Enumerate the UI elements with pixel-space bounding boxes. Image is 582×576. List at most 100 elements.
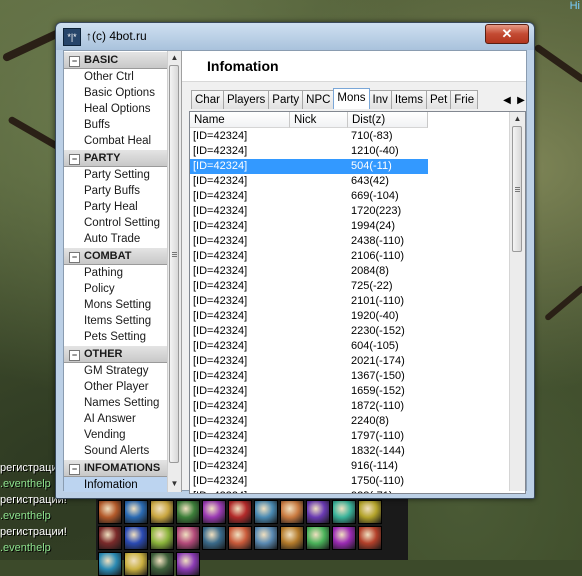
skill-icon[interactable] [150,552,174,576]
sidebar-item-basic-options[interactable]: Basic Options [64,85,167,101]
table-row[interactable]: [ID=42324] 2101(-110) [190,294,512,309]
skill-icon[interactable] [280,500,304,524]
skill-icon[interactable] [176,500,200,524]
table-row[interactable]: [ID=42324] 928(-71) [190,489,512,493]
sidebar-section-infomations[interactable]: − INFOMATIONS [64,459,167,477]
skill-icon[interactable] [332,500,356,524]
table-row[interactable]: [ID=42324] 669(-104) [190,189,512,204]
list-scrollbar[interactable]: ▲ [509,112,525,491]
scrollbar-thumb[interactable] [512,126,522,252]
sidebar-item-gm-strategy[interactable]: GM Strategy [64,363,167,379]
table-row[interactable]: [ID=42324] 504(-11) [190,159,512,174]
sidebar-item-party-buffs[interactable]: Party Buffs [64,183,167,199]
sidebar-item-mons-setting[interactable]: Mons Setting [64,297,167,313]
table-row[interactable]: [ID=42324] 1210(-40) [190,144,512,159]
table-row[interactable]: [ID=42324] 710(-83) [190,129,512,144]
skill-icon[interactable] [150,500,174,524]
sidebar-item-other-ctrl[interactable]: Other Ctrl [64,69,167,85]
table-row[interactable]: [ID=42324] 643(42) [190,174,512,189]
tab-char[interactable]: Char [191,90,224,109]
skill-icon[interactable] [176,552,200,576]
scrollbar-thumb[interactable] [169,65,179,463]
sidebar-item-ai-answer[interactable]: AI Answer [64,411,167,427]
scroll-up-arrow-icon[interactable]: ▲ [511,112,524,125]
table-row[interactable]: [ID=42324] 1994(24) [190,219,512,234]
table-row[interactable]: [ID=42324] 1367(-150) [190,369,512,384]
skill-icon[interactable] [202,500,226,524]
column-header-nick[interactable]: Nick [290,112,348,128]
skill-icon[interactable] [306,526,330,550]
table-row[interactable]: [ID=42324] 2230(-152) [190,324,512,339]
collapse-icon[interactable]: − [69,56,80,67]
table-row[interactable]: [ID=42324] 916(-114) [190,459,512,474]
sidebar-section-combat[interactable]: − COMBAT [64,247,167,265]
table-row[interactable]: [ID=42324] 2021(-174) [190,354,512,369]
sidebar-section-party[interactable]: − PARTY [64,149,167,167]
sidebar-item-policy[interactable]: Policy [64,281,167,297]
table-row[interactable]: [ID=42324] 1797(-110) [190,429,512,444]
sidebar-item-heal-options[interactable]: Heal Options [64,101,167,117]
skill-icon[interactable] [98,500,122,524]
skill-icon[interactable] [254,526,278,550]
sidebar-item-buffs[interactable]: Buffs [64,117,167,133]
skill-icon[interactable] [358,526,382,550]
sidebar-item-vending[interactable]: Vending [64,427,167,443]
tab-party[interactable]: Party [268,90,304,109]
skill-icon[interactable] [254,500,278,524]
tab-npc[interactable]: NPC [302,90,335,109]
table-row[interactable]: [ID=42324] 2106(-110) [190,249,512,264]
tab-mons[interactable]: Mons [333,88,370,109]
table-row[interactable]: [ID=42324] 1920(-40) [190,309,512,324]
tab-players[interactable]: Players [222,90,270,109]
sidebar-item-items-setting[interactable]: Items Setting [64,313,167,329]
collapse-icon[interactable]: − [69,464,80,475]
skill-icon[interactable] [98,526,122,550]
skill-icon[interactable] [150,526,174,550]
sidebar-section-basic[interactable]: − BASIC [64,51,167,69]
skill-icon[interactable] [306,500,330,524]
skill-icon[interactable] [124,500,148,524]
sidebar-item-pathing[interactable]: Pathing [64,265,167,281]
tab-next-icon[interactable]: ▶ [514,93,528,109]
table-row[interactable]: [ID=42324] 2438(-110) [190,234,512,249]
table-row[interactable]: [ID=42324] 1720(223) [190,204,512,219]
sidebar-item-combat-heal[interactable]: Combat Heal [64,133,167,149]
tab-prev-icon[interactable]: ◀ [500,93,514,109]
skill-icon[interactable] [124,552,148,576]
sidebar-item-infomation[interactable]: Infomation [64,477,167,492]
sidebar-item-sound-alerts[interactable]: Sound Alerts [64,443,167,459]
skill-icon[interactable] [280,526,304,550]
tab-pet[interactable]: Pet [426,90,452,109]
collapse-icon[interactable]: − [69,154,80,165]
tab-items[interactable]: Items [390,90,428,109]
table-row[interactable]: [ID=42324] 2240(8) [190,414,512,429]
sidebar-item-other-player[interactable]: Other Player [64,379,167,395]
scroll-up-arrow-icon[interactable]: ▲ [168,51,181,64]
tab-inv[interactable]: Inv [368,90,392,109]
column-header-name[interactable]: Name [190,112,290,128]
sidebar-item-names-setting[interactable]: Names Setting [64,395,167,411]
title-bar[interactable]: *|* ↑(c) 4bot.ru ✕ [56,23,534,50]
sidebar-item-auto-trade[interactable]: Auto Trade [64,231,167,247]
sidebar-item-control-setting[interactable]: Control Setting [64,215,167,231]
skill-icon[interactable] [358,500,382,524]
table-row[interactable]: [ID=42324] 725(-22) [190,279,512,294]
scroll-down-arrow-icon[interactable]: ▼ [168,477,181,490]
sidebar-item-party-setting[interactable]: Party Setting [64,167,167,183]
skill-icon[interactable] [228,500,252,524]
table-row[interactable]: [ID=42324] 1872(-110) [190,399,512,414]
skill-icon[interactable] [124,526,148,550]
column-header-dist[interactable]: Dist(z) [348,112,428,128]
skill-icon[interactable] [332,526,356,550]
tab-frie[interactable]: Frie [450,90,479,109]
collapse-icon[interactable]: − [69,350,80,361]
table-row[interactable]: [ID=42324] 1832(-144) [190,444,512,459]
sidebar-item-pets-setting[interactable]: Pets Setting [64,329,167,345]
skill-icon[interactable] [98,552,122,576]
table-row[interactable]: [ID=42324] 1659(-152) [190,384,512,399]
table-row[interactable]: [ID=42324] 1750(-110) [190,474,512,489]
close-button[interactable]: ✕ [485,24,529,44]
sidebar-item-party-heal[interactable]: Party Heal [64,199,167,215]
skill-icon[interactable] [228,526,252,550]
mons-list[interactable]: Name Nick Dist(z) [ID=42324] 710(-83) [ID=… [189,111,526,494]
